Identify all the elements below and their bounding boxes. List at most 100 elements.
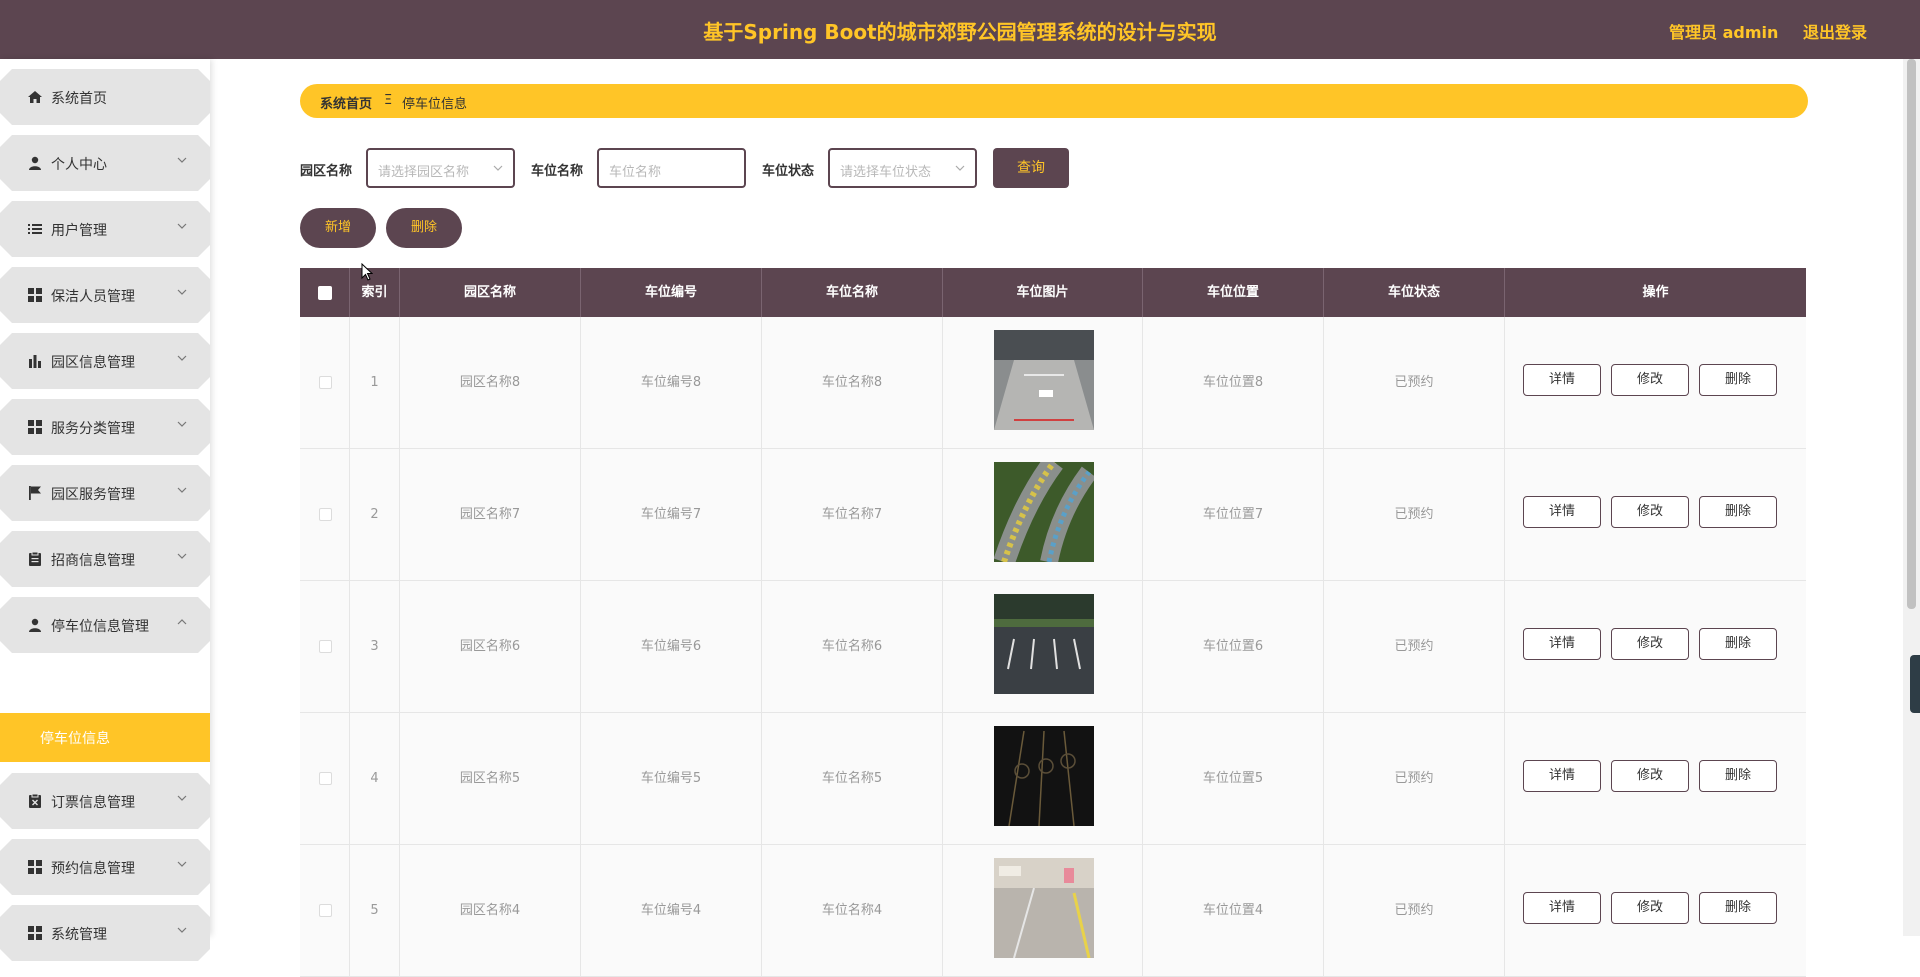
delete-button[interactable]: 删除 [1699, 760, 1777, 792]
detail-button[interactable]: 详情 [1523, 892, 1601, 924]
park-name-select[interactable]: 请选择园区名称 [366, 148, 515, 188]
space-name-input[interactable]: 车位名称 [597, 148, 746, 188]
cell-position: 车位位置8 [1143, 317, 1324, 449]
sidebar-item-label: 用户管理 [51, 223, 107, 239]
logout-link[interactable]: 退出登录 [1803, 19, 1867, 43]
chevron-down-icon [177, 355, 187, 361]
scrollbar-thumb[interactable] [1907, 59, 1916, 609]
row-select-cell [300, 449, 350, 581]
row-checkbox[interactable] [319, 640, 332, 653]
sidebar-item-cleaners[interactable]: 保洁人员管理 [0, 267, 210, 323]
sidebar-item-investment[interactable]: 招商信息管理 [0, 531, 210, 587]
side-floating-tab[interactable] [1910, 655, 1920, 713]
cell-image [943, 317, 1143, 449]
cell-image [943, 581, 1143, 713]
breadcrumb-current: 停车位信息 [402, 97, 468, 112]
row-checkbox[interactable] [319, 508, 332, 521]
row-checkbox[interactable] [319, 376, 332, 389]
list-icon [28, 224, 42, 234]
cell-code: 车位编号8 [581, 317, 762, 449]
cell-position: 车位位置5 [1143, 713, 1324, 845]
edit-button[interactable]: 修改 [1611, 892, 1689, 924]
chevron-down-icon [177, 861, 187, 867]
detail-button[interactable]: 详情 [1523, 760, 1601, 792]
edit-button[interactable]: 修改 [1611, 364, 1689, 396]
chevron-down-icon [177, 289, 187, 295]
column-header-index: 索引 [350, 268, 400, 317]
parking-photo[interactable] [994, 594, 1094, 694]
sidebar-item-label: 停车位信息管理 [51, 619, 149, 635]
add-button[interactable]: 新增 [300, 208, 376, 248]
person-icon [29, 618, 41, 632]
cell-code: 车位编号6 [581, 581, 762, 713]
delete-button[interactable]: 删除 [1699, 628, 1777, 660]
cell-image [943, 449, 1143, 581]
parking-photo[interactable] [994, 858, 1094, 958]
sidebar-item-parking[interactable]: 停车位信息管理 [0, 597, 210, 653]
cell-code: 车位编号5 [581, 713, 762, 845]
sidebar-item-home[interactable]: 系统首页 [0, 69, 210, 125]
chevron-up-icon [177, 619, 187, 625]
sidebar-item-users[interactable]: 用户管理 [0, 201, 210, 257]
sidebar-item-system[interactable]: 系统管理 [0, 905, 210, 961]
cell-park: 园区名称4 [400, 845, 581, 977]
sidebar-item-personal[interactable]: 个人中心 [0, 135, 210, 191]
batch-delete-button[interactable]: 删除 [386, 208, 462, 248]
select-all-checkbox[interactable] [318, 286, 332, 300]
cell-actions: 详情 修改 删除 [1505, 581, 1806, 713]
mouse-cursor-icon [361, 263, 373, 281]
space-status-placeholder: 请选择车位状态 [840, 165, 932, 180]
edit-button[interactable]: 修改 [1611, 628, 1689, 660]
sidebar-item-reservations[interactable]: 预约信息管理 [0, 839, 210, 895]
breadcrumb-home[interactable]: 系统首页 [320, 93, 372, 112]
cell-name: 车位名称4 [762, 845, 943, 977]
space-status-select[interactable]: 请选择车位状态 [828, 148, 977, 188]
sidebar-item-park-service[interactable]: 园区服务管理 [0, 465, 210, 521]
vertical-scrollbar[interactable] [1903, 59, 1920, 936]
park-name-label: 园区名称 [300, 164, 353, 179]
home-icon [28, 91, 42, 103]
grid-icon [28, 288, 42, 302]
chevron-down-icon [177, 927, 187, 933]
column-header-code: 车位编号 [581, 268, 762, 317]
clipboard-icon [29, 551, 41, 566]
sidebar-item-label: 系统管理 [51, 927, 107, 943]
delete-button[interactable]: 删除 [1699, 892, 1777, 924]
parking-photo[interactable] [994, 726, 1094, 826]
row-select-cell [300, 581, 350, 713]
header-select-cell [300, 268, 350, 317]
delete-button[interactable]: 删除 [1699, 364, 1777, 396]
cell-park: 园区名称5 [400, 713, 581, 845]
chevron-down-icon [177, 553, 187, 559]
breadcrumb: 系统首页 Ξ 停车位信息 [300, 84, 1808, 118]
row-checkbox[interactable] [319, 772, 332, 785]
query-button[interactable]: 查询 [993, 148, 1069, 188]
parking-photo[interactable] [994, 330, 1094, 430]
cell-status: 已预约 [1324, 317, 1505, 449]
detail-button[interactable]: 详情 [1523, 628, 1601, 660]
table-header: 索引 园区名称 车位编号 车位名称 车位图片 车位位置 车位状态 操作 [300, 268, 1806, 317]
sidebar-item-service-category[interactable]: 服务分类管理 [0, 399, 210, 455]
sidebar-item-label: 预约信息管理 [51, 861, 135, 877]
sidebar-item-label: 园区服务管理 [51, 487, 135, 503]
parking-photo[interactable] [994, 462, 1094, 562]
chevron-down-icon [177, 157, 187, 163]
sidebar-item-tickets[interactable]: 订票信息管理 [0, 773, 210, 829]
row-select-cell [300, 713, 350, 845]
cell-actions: 详情 修改 删除 [1505, 713, 1806, 845]
detail-button[interactable]: 详情 [1523, 496, 1601, 528]
person-icon [29, 156, 41, 170]
column-header-image: 车位图片 [943, 268, 1143, 317]
row-checkbox[interactable] [319, 904, 332, 917]
row-select-cell [300, 845, 350, 977]
detail-button[interactable]: 详情 [1523, 364, 1601, 396]
space-name-placeholder: 车位名称 [609, 165, 662, 180]
sidebar-item-park-info[interactable]: 园区信息管理 [0, 333, 210, 389]
cell-image [943, 713, 1143, 845]
sidebar-subitem-parking-info[interactable]: 停车位信息 [0, 713, 210, 762]
bar-chart-icon [29, 355, 41, 368]
app-title: 基于Spring Boot的城市郊野公园管理系统的设计与实现 [703, 20, 1217, 44]
edit-button[interactable]: 修改 [1611, 496, 1689, 528]
delete-button[interactable]: 删除 [1699, 496, 1777, 528]
edit-button[interactable]: 修改 [1611, 760, 1689, 792]
